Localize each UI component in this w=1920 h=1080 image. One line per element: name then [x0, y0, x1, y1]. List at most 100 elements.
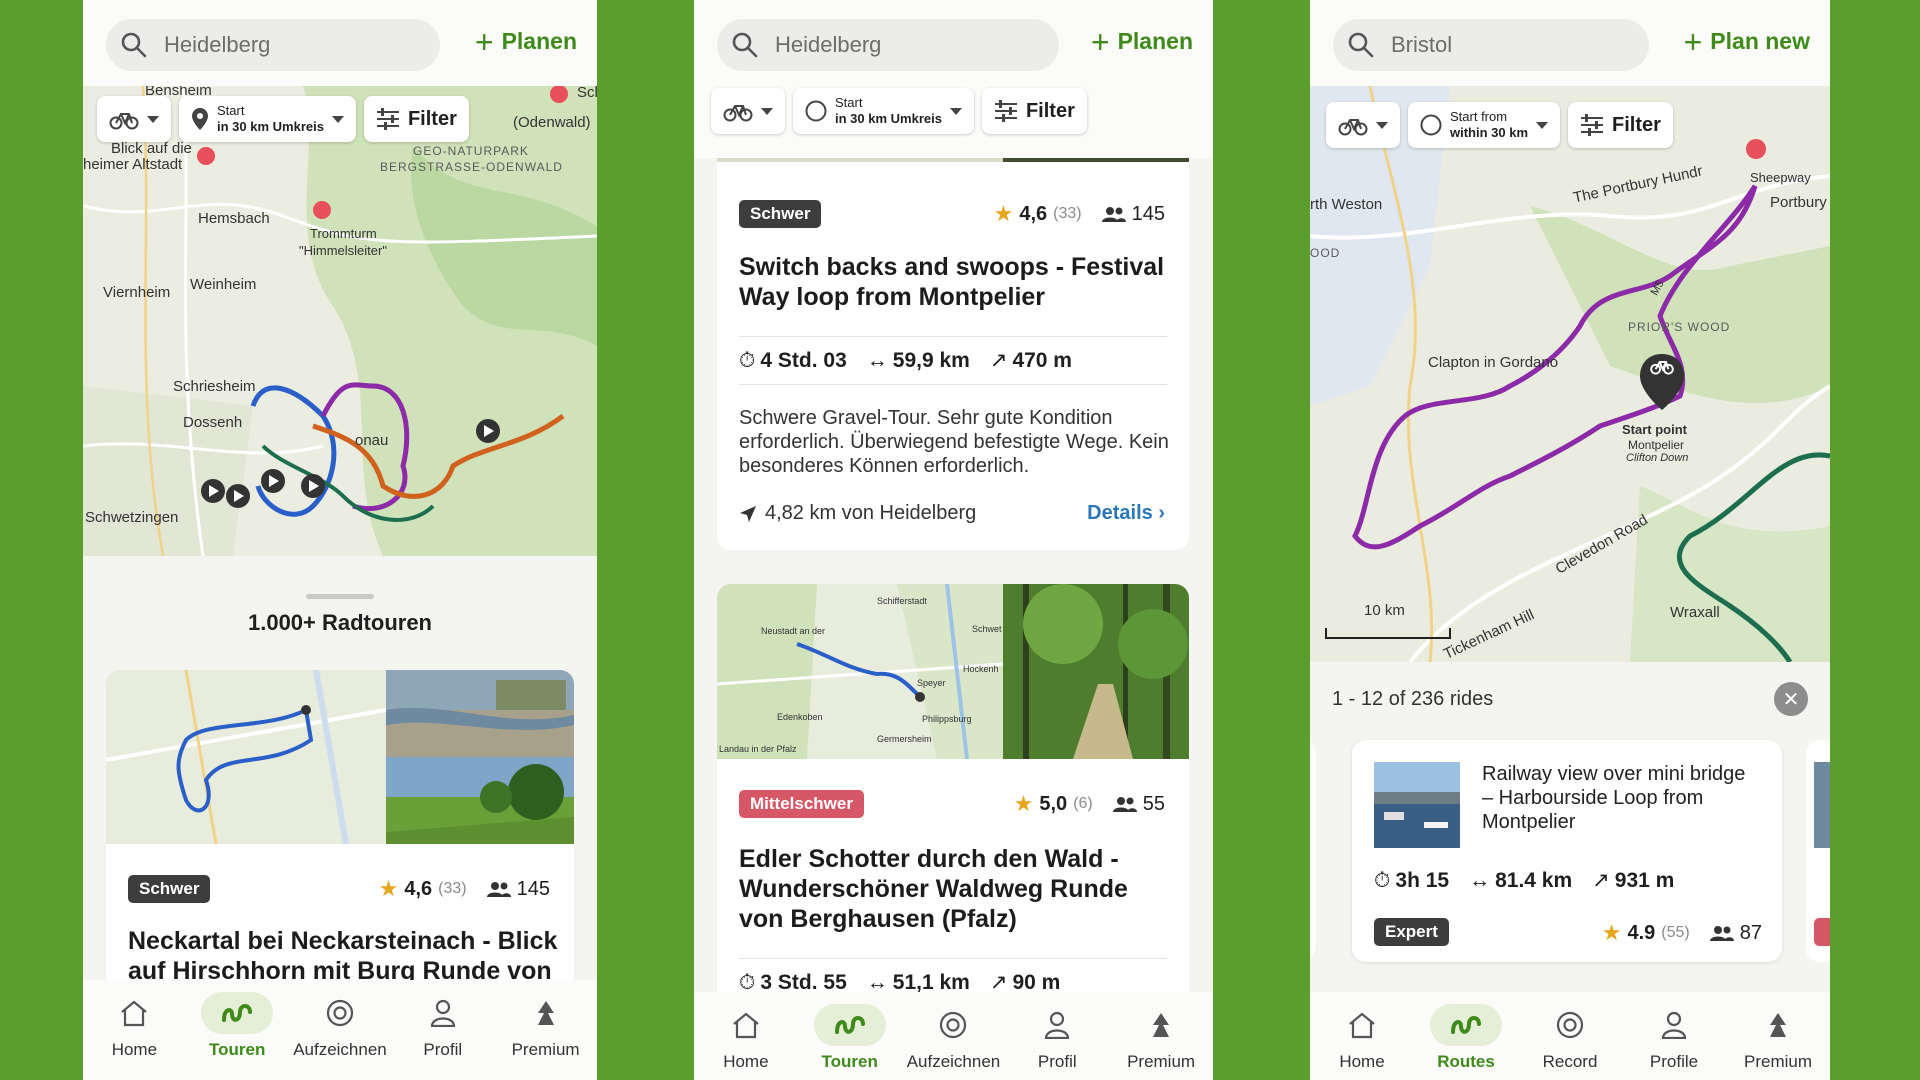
nav-home[interactable]: Home — [696, 992, 796, 1080]
activity-type-chip[interactable] — [97, 96, 171, 142]
difficulty-badge: Mittelschwer — [739, 790, 864, 818]
route-title: Railway view over mini bridge – Harbours… — [1482, 763, 1746, 833]
search-text: Bristol — [1391, 32, 1453, 57]
plan-button[interactable]: + Planen — [475, 26, 577, 58]
nav-profile[interactable]: Profile — [1624, 992, 1724, 1080]
route-card[interactable]: Neustadt an der Edenkoben Speyer Landau … — [717, 584, 1189, 1004]
nav-label: Home — [111, 1040, 158, 1059]
nav-label: Profil — [1037, 1052, 1077, 1071]
previous-card-edge[interactable] — [1310, 740, 1316, 960]
routes-icon — [222, 1004, 253, 1022]
card-thumbnails — [106, 670, 574, 844]
nav-profile[interactable]: Profil — [1007, 992, 1107, 1080]
details-link[interactable]: Details › — [1087, 502, 1165, 525]
routes-icon — [834, 1016, 865, 1034]
activity-type-chip[interactable] — [1326, 102, 1400, 148]
map-label: Hemsbach — [198, 210, 270, 227]
rating-value: 4.9 — [1627, 921, 1656, 944]
map-label: BERGSTRASSE-ODENWALD — [380, 160, 563, 174]
sheet-handle[interactable] — [306, 594, 374, 599]
people-icon — [486, 882, 511, 897]
nav-premium[interactable]: Premium — [1728, 992, 1828, 1080]
chevron-down-icon — [761, 107, 773, 115]
nav-routes[interactable]: Touren — [187, 980, 287, 1080]
route-card[interactable]: Schwer ★ 4,6 (33) 145 Switch backs and s… — [717, 150, 1189, 550]
results-count-title: 1.000+ Radtouren — [247, 610, 432, 635]
chevron-right-icon: › — [1158, 502, 1165, 524]
star-icon: ★ — [993, 201, 1014, 226]
map-label: Blick auf die — [111, 140, 192, 157]
record-icon — [326, 999, 354, 1027]
nav-premium[interactable]: Premium — [496, 980, 596, 1080]
participants-count: 87 — [1739, 921, 1762, 944]
chevron-down-icon — [1536, 121, 1549, 129]
filter-chips: Start in 30 km Umkreis Filter — [97, 96, 469, 142]
nav-home[interactable]: Home — [1312, 992, 1412, 1080]
distance-from-location: 4,82 km von Heidelberg — [739, 502, 976, 525]
start-radius-chip[interactable]: Start from within 30 km — [1408, 102, 1561, 148]
stopwatch-icon: ⏱ — [739, 970, 756, 994]
route-title: Switch backs and swoops - Festival Way l… — [739, 253, 1165, 311]
filter-button[interactable]: Filter — [363, 96, 469, 142]
nav-record[interactable]: Aufzeichnen — [903, 992, 1003, 1080]
start-radius-chip[interactable]: Start in 30 km Umkreis — [793, 88, 974, 134]
map-label: Montpelier — [1628, 438, 1685, 452]
difficulty-badge: Expert — [1374, 918, 1449, 946]
rating-value: 4,6 — [1019, 202, 1048, 225]
river-photo — [386, 670, 574, 757]
search-input[interactable]: Bristol — [1333, 19, 1649, 71]
chip-start-line2: in 30 km Umkreis — [835, 111, 942, 126]
plan-label: Plan new — [1710, 28, 1810, 54]
sliders-icon — [994, 100, 1017, 122]
search-icon — [732, 32, 758, 58]
nav-label: Aufzeichnen — [293, 1040, 387, 1059]
distance-arrows-icon: ↔ — [866, 970, 888, 994]
close-button[interactable]: ✕ — [1774, 682, 1808, 716]
search-input[interactable]: Heidelberg — [106, 19, 440, 71]
search-input[interactable]: Heidelberg — [717, 19, 1059, 71]
activity-type-chip[interactable] — [711, 88, 785, 134]
route-card[interactable]: Railway view over mini bridge – Harbours… — [1352, 740, 1782, 962]
nav-record[interactable]: Record — [1520, 992, 1620, 1080]
home-icon — [121, 1000, 148, 1027]
bike-icon — [723, 105, 753, 122]
filter-label: Filter — [407, 107, 457, 130]
star-icon: ★ — [1601, 920, 1622, 945]
route-description: Schwere Gravel-Tour. Sehr gute Kondition… — [739, 407, 1169, 477]
filter-chips: Start from within 30 km Filter — [1326, 102, 1673, 148]
rating-count: (6) — [1073, 795, 1093, 812]
divider — [739, 336, 1167, 337]
plan-button[interactable]: + Planen — [1091, 26, 1193, 58]
scale-label: 10 km — [1364, 602, 1405, 619]
start-radius-chip[interactable]: Start in 30 km Umkreis — [179, 96, 356, 142]
nav-premium[interactable]: Premium — [1111, 992, 1211, 1080]
forest-path-photo — [1003, 584, 1189, 759]
map-label: heimer Altstadt — [83, 156, 183, 173]
nav-profile[interactable]: Profil — [393, 980, 493, 1080]
premium-icon — [1770, 1013, 1786, 1037]
difficulty-badge: Schwer — [128, 875, 211, 903]
plan-button[interactable]: + Plan new — [1684, 26, 1810, 58]
next-card-edge[interactable] — [1806, 740, 1830, 962]
filter-button[interactable]: Filter — [1568, 102, 1673, 148]
nav-record[interactable]: Aufzeichnen — [290, 980, 390, 1080]
nav-label: Profile — [1649, 1052, 1699, 1071]
nav-home[interactable]: Home — [84, 980, 184, 1080]
nav-label: Touren — [821, 1052, 878, 1071]
route-map[interactable]: Bensheim Blick auf die heimer Altstadt H… — [83, 86, 597, 556]
nav-routes[interactable]: Routes — [1416, 992, 1516, 1080]
filter-button[interactable]: Filter — [981, 88, 1087, 134]
nav-label: Touren — [209, 1040, 266, 1059]
phone-screen-1: Heidelberg + Planen Bensheim Blick auf d… — [83, 0, 597, 1080]
navigation-arrow-icon — [740, 505, 756, 522]
route-card[interactable]: Schwer ★ 4,6 (33) 145 Neckartal bei Neck… — [106, 670, 574, 1010]
route-stats: ⏱ 4 Std. 03 ↔ 59,9 km ↗ 470 m — [739, 348, 1072, 373]
sliders-icon — [1581, 114, 1604, 136]
chevron-down-icon — [331, 115, 344, 123]
distance-stat: ↔ 59,9 km — [866, 348, 970, 372]
distance-stat: ↔ 51,1 km — [866, 970, 970, 994]
nav-routes[interactable]: Touren — [800, 992, 900, 1080]
route-map[interactable]: rth Weston The Portbury Hundr Sheepway P… — [1310, 86, 1830, 662]
elevation-stat: ↗ 470 m — [989, 349, 1072, 372]
plan-label: Planen — [1117, 28, 1193, 54]
